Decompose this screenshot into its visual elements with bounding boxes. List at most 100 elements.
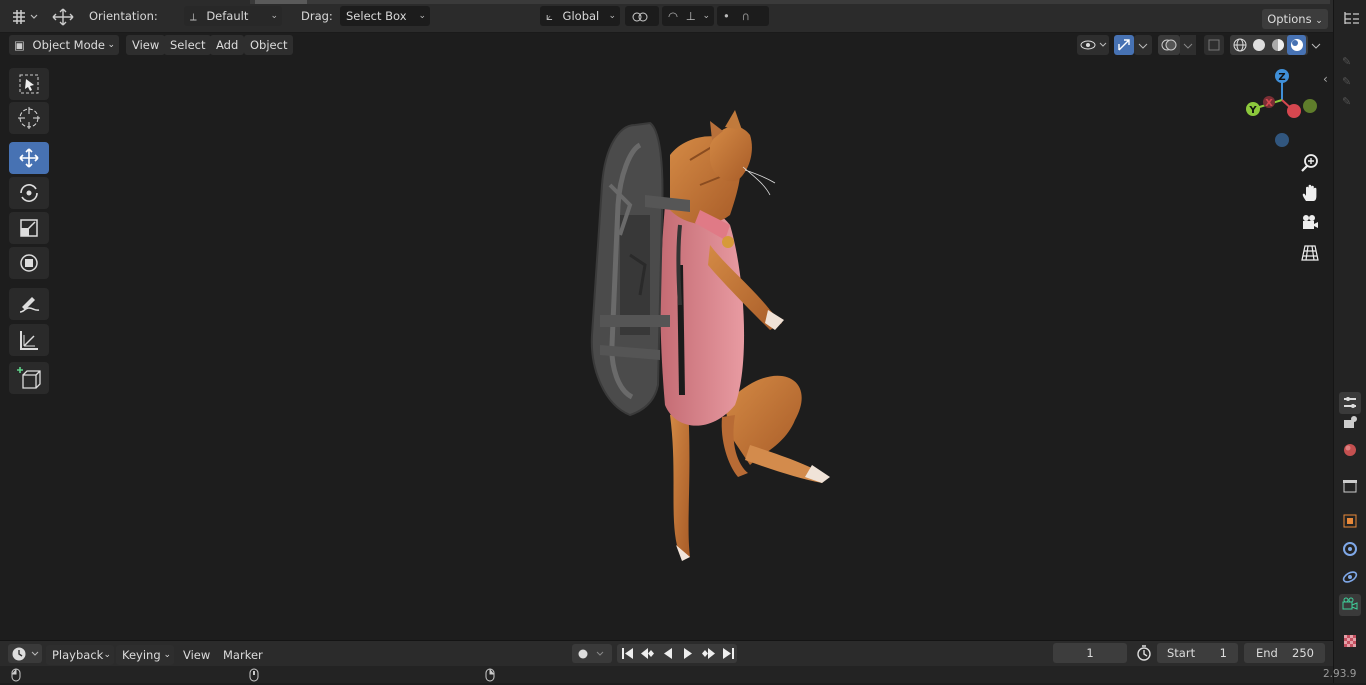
properties-world-tab[interactable] (1339, 439, 1361, 461)
visibility-dropdown[interactable] (1077, 35, 1109, 55)
overlays-toggle[interactable] (1158, 35, 1180, 55)
xray-toggle[interactable] (1204, 35, 1224, 55)
gizmo-dropdown[interactable] (1134, 35, 1152, 55)
orientation-axes-icon: ⟂ (190, 12, 197, 23)
chevron-down-icon: ⌄ (1315, 16, 1323, 26)
tool-measure[interactable] (9, 324, 49, 356)
menu-timeline-view[interactable]: View (183, 645, 210, 665)
menu-view[interactable]: View (126, 35, 166, 55)
menu-object[interactable]: Object (244, 35, 294, 55)
current-frame-field[interactable]: 1 (1053, 643, 1127, 663)
shading-wireframe[interactable] (1230, 35, 1249, 55)
properties-collection-tab[interactable] (1339, 475, 1361, 497)
properties-modifier-tab[interactable] (1339, 538, 1361, 560)
prev-keyframe-icon (641, 648, 654, 659)
shading-rendered[interactable] (1287, 35, 1306, 55)
use-preview-range-toggle[interactable] (1134, 644, 1154, 663)
menu-select[interactable]: Select (164, 35, 212, 55)
sidebar-toggle-arrow[interactable]: ‹ (1323, 72, 1328, 86)
menu-keying[interactable]: Keying ⌄ (116, 645, 174, 665)
rotate-icon (20, 184, 38, 202)
x-axis-handle[interactable] (1287, 104, 1301, 118)
properties-object-data-tab[interactable] (1339, 594, 1361, 616)
start-frame-field[interactable]: Start 1 (1157, 643, 1238, 663)
orientation-dropdown[interactable]: ⟂ Default ⌄ (184, 6, 282, 26)
shading-dropdown[interactable] (1308, 35, 1324, 55)
version-label: 2.93.9 (1323, 668, 1357, 680)
options-dropdown[interactable]: Options ⌄ (1262, 9, 1328, 29)
pan-button[interactable] (1296, 180, 1324, 206)
perspective-toggle-button[interactable] (1296, 240, 1324, 266)
zoom-button[interactable] (1296, 150, 1324, 176)
tool-select-box[interactable] (9, 68, 49, 100)
transform-pivot-icon[interactable] (49, 7, 77, 27)
properties-physics-tab[interactable] (1339, 566, 1361, 588)
transform-orientation-dropdown[interactable]: ⟀ Global ⌄ (540, 6, 620, 26)
pin-icon[interactable]: ✎ (1342, 75, 1351, 88)
next-keyframe-button[interactable] (698, 644, 718, 663)
menu-add[interactable]: Add (210, 35, 245, 55)
orientation-label: Orientation: (89, 9, 158, 23)
editor-type-icon[interactable] (10, 8, 40, 26)
mode-label: Object Mode (32, 38, 105, 52)
mouse-left-icon (10, 668, 22, 682)
tool-rotate[interactable] (9, 177, 49, 209)
hand-icon (1302, 184, 1317, 201)
tool-cursor[interactable] (9, 102, 49, 134)
properties-object-tab[interactable] (1339, 510, 1361, 532)
properties-tool-tab[interactable] (1339, 392, 1361, 414)
cat-backpack-model[interactable] (560, 105, 860, 575)
mode-dropdown[interactable]: ▣ Object Mode ⌄ (9, 35, 119, 55)
chevron-down-icon: ⌄ (163, 650, 171, 660)
checker-texture-icon (1344, 635, 1356, 647)
properties-render-tab[interactable] (1339, 412, 1361, 434)
drag-value: Select Box (346, 9, 407, 23)
jump-start-icon (622, 648, 633, 659)
playback-label: Playback (52, 648, 104, 662)
move-icon (19, 148, 39, 168)
x-axis-label: X (1265, 98, 1273, 109)
play-reverse-button[interactable] (658, 644, 678, 663)
clock-icon (12, 647, 39, 661)
overlays-dropdown[interactable] (1180, 35, 1196, 55)
properties-texture-tab[interactable] (1339, 630, 1361, 652)
start-label: Start (1167, 646, 1196, 660)
chevron-down-icon: ⌄ (418, 11, 426, 21)
status-bar (0, 666, 1333, 683)
outliner-icon[interactable] (1343, 10, 1361, 26)
workspace-tabs[interactable] (250, 0, 1330, 4)
eye-icon (1080, 40, 1107, 50)
neg-z-axis-handle[interactable] (1275, 133, 1289, 147)
camera-view-button[interactable] (1296, 210, 1324, 236)
prev-keyframe-button[interactable] (638, 644, 658, 663)
pin-icon[interactable]: ✎ (1342, 55, 1351, 68)
tool-add-cube[interactable] (9, 362, 49, 394)
drag-dropdown[interactable]: Select Box ⌄ (340, 6, 430, 26)
chevron-down-icon (1183, 43, 1193, 49)
menu-marker[interactable]: Marker (223, 645, 263, 665)
pin-icon[interactable]: ✎ (1342, 95, 1351, 108)
timeline-editor-type[interactable] (8, 644, 42, 663)
current-frame-value: 1 (1086, 646, 1094, 660)
shading-material[interactable] (1268, 35, 1287, 55)
proportional-editing[interactable]: • ∩ (717, 6, 769, 26)
transform-orientation-value: Global (562, 9, 600, 23)
play-icon (684, 648, 692, 659)
neg-y-axis-handle[interactable] (1303, 99, 1317, 113)
tool-scale[interactable] (9, 212, 49, 244)
snap-magnet-icon: ◠ (668, 9, 679, 23)
pivot-point-dropdown[interactable] (625, 6, 659, 26)
gizmo-toggle[interactable] (1114, 35, 1134, 55)
tool-annotate[interactable] (9, 288, 49, 320)
tool-transform[interactable] (9, 247, 49, 279)
shading-solid[interactable] (1249, 35, 1268, 55)
menu-playback[interactable]: Playback ⌄ (46, 645, 114, 665)
jump-start-button[interactable] (618, 644, 638, 663)
snap-dropdown[interactable]: ◠ ⊥ ⌄ (662, 6, 714, 26)
jump-end-button[interactable] (718, 644, 738, 663)
tool-move[interactable] (9, 142, 49, 174)
end-frame-field[interactable]: End 250 (1244, 643, 1325, 663)
transform-icon (20, 254, 38, 272)
auto-keying-toggle[interactable] (572, 644, 612, 663)
play-button[interactable] (678, 644, 698, 663)
